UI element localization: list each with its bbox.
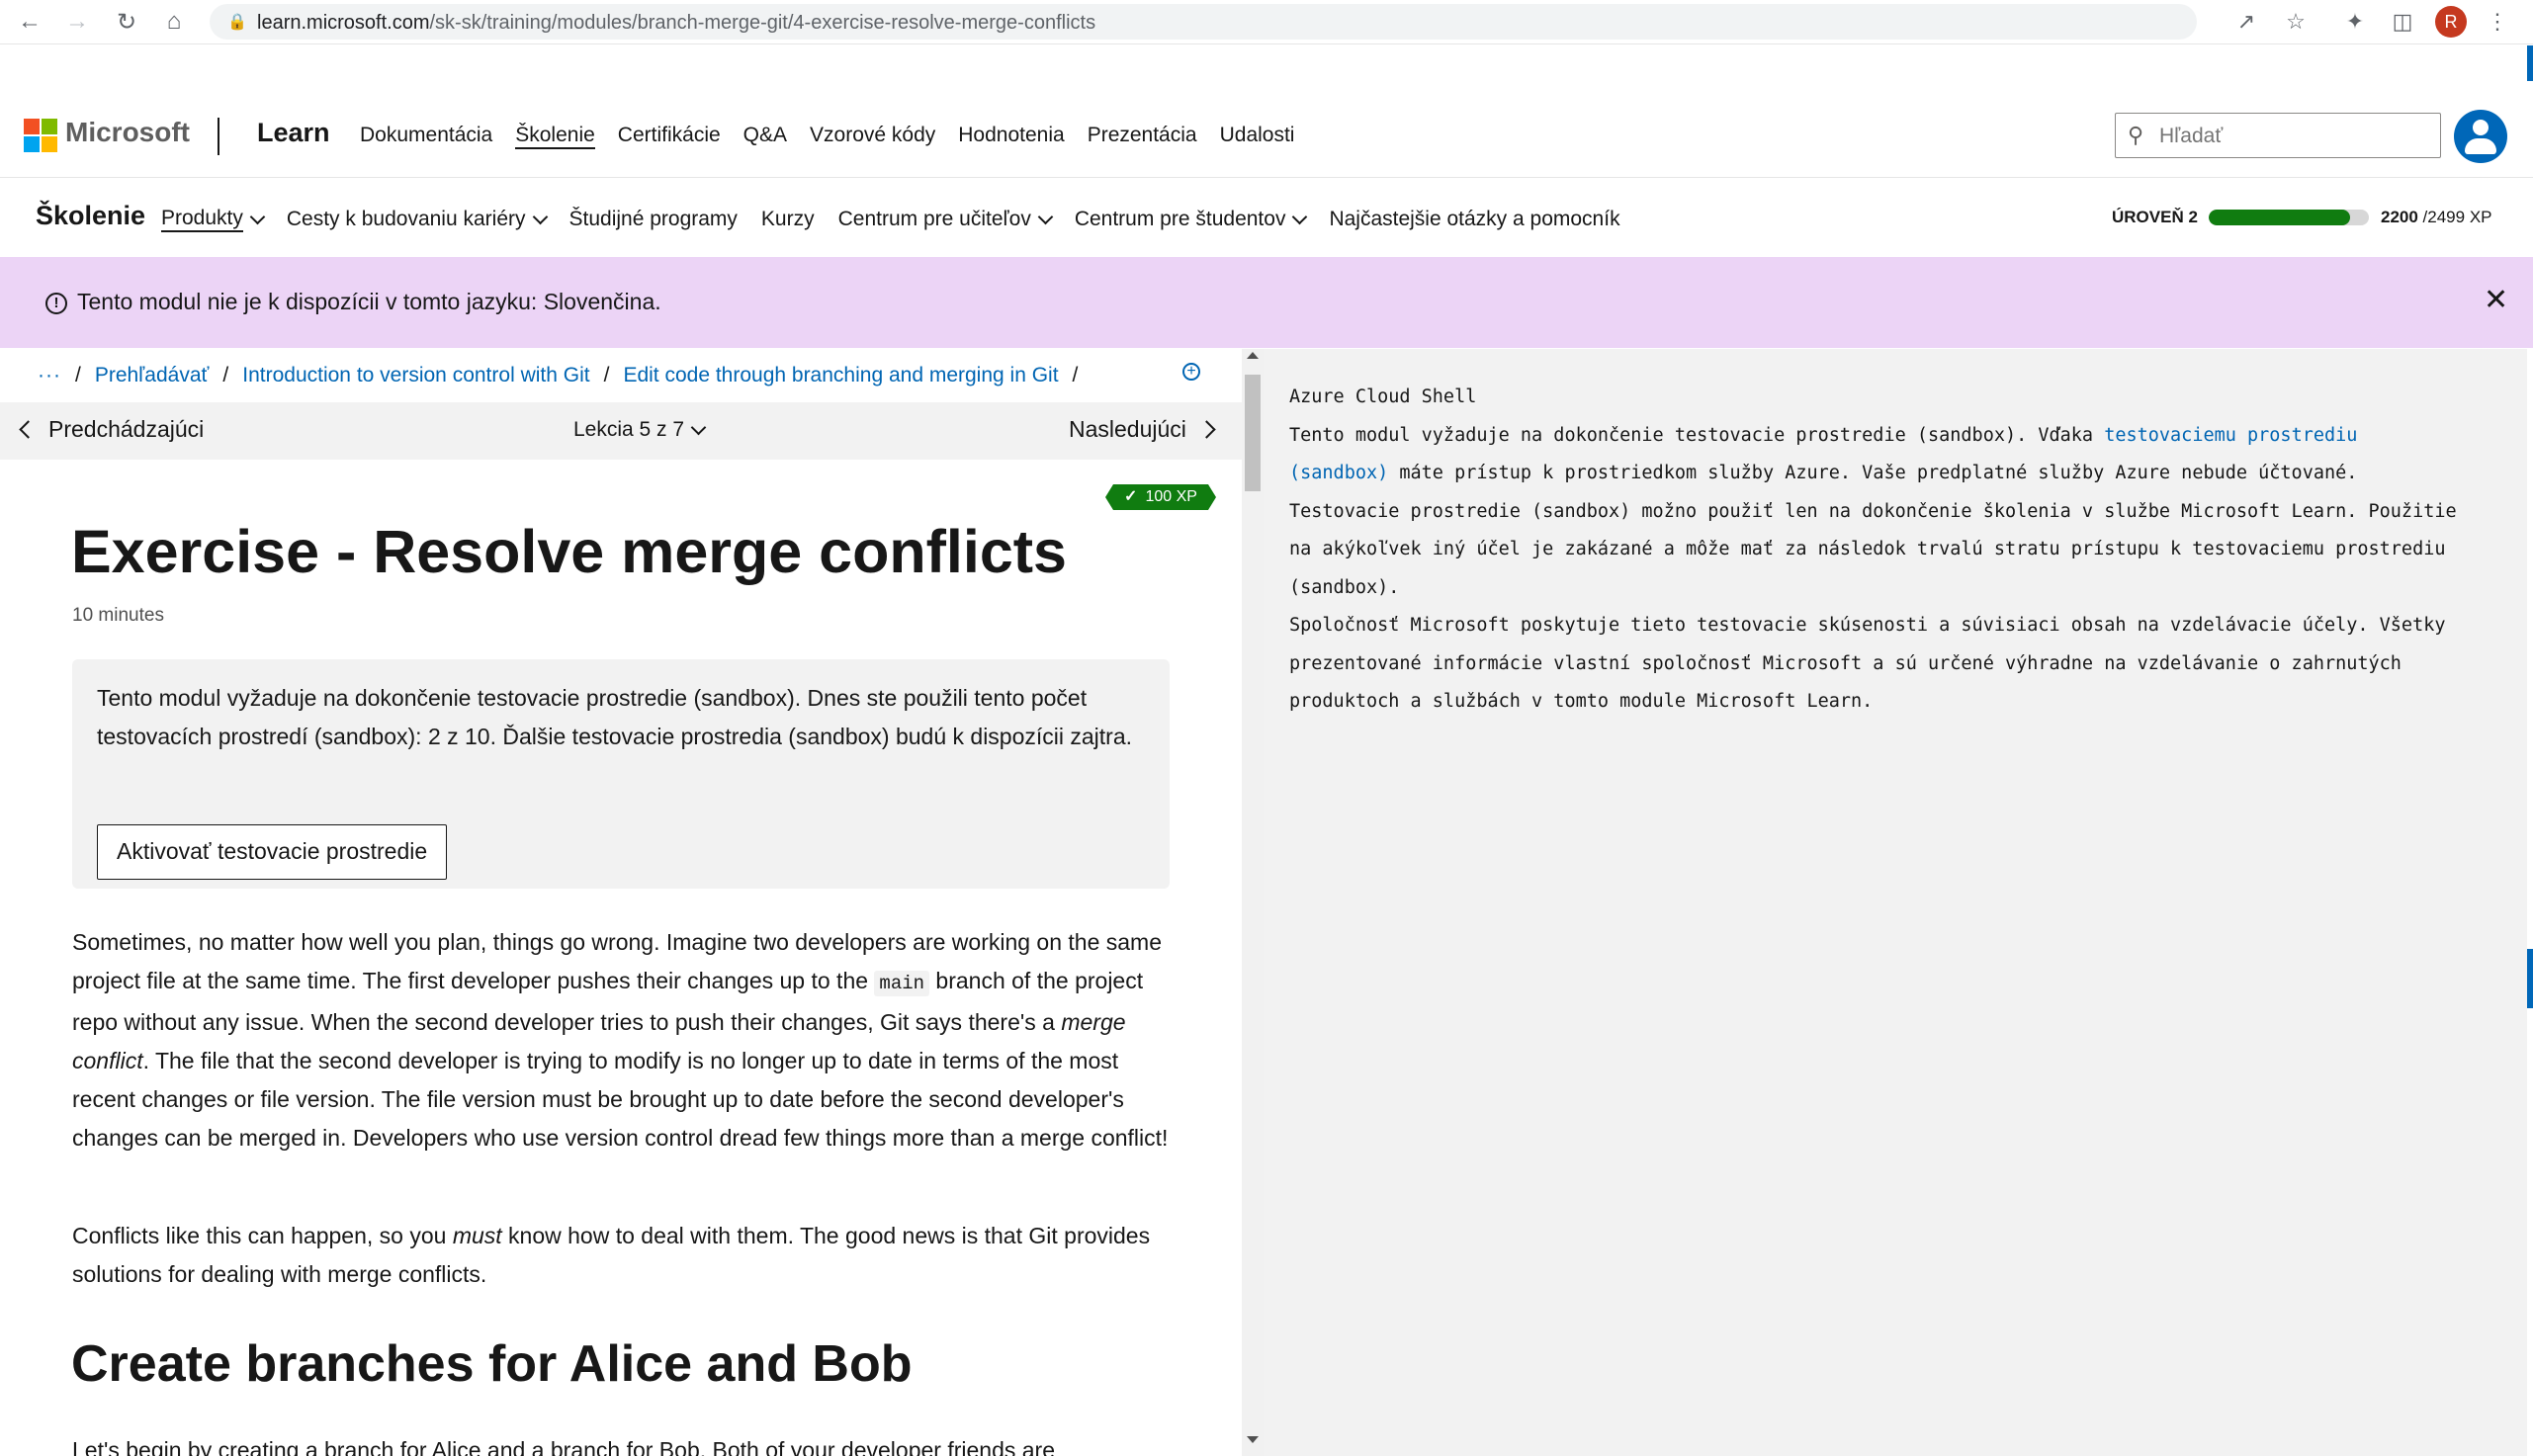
nav-dokumentacia[interactable]: Dokumentácia [360, 124, 492, 149]
banner-text: Tento modul nie je k dispozícii v tomto … [77, 289, 661, 314]
inline-code: main [874, 971, 930, 996]
scroll-up-icon [1247, 352, 1259, 359]
lock-icon: 🔒 [227, 14, 247, 31]
chevron-down-icon [249, 209, 266, 224]
home-icon[interactable]: ⌂ [158, 6, 190, 38]
breadcrumb-browse[interactable]: Prehľadávať [95, 364, 210, 386]
close-icon[interactable]: ✕ [2484, 283, 2508, 317]
article-pane: ··· / Prehľadávať / Introduction to version … [0, 349, 1242, 1456]
breadcrumb-module[interactable]: Edit code through branching and merging … [623, 364, 1058, 386]
window-edge-mark [2527, 949, 2533, 1008]
microsoft-logo-icon[interactable] [24, 119, 57, 152]
previous-button[interactable]: Predchádzajúci [19, 416, 204, 443]
sandbox-notice: Tento modul vyžaduje na dokončenie testo… [72, 659, 1170, 889]
back-icon[interactable]: ← [14, 6, 45, 38]
search-input[interactable] [2157, 122, 2428, 151]
scrollbar[interactable] [1242, 349, 1264, 1456]
tnav-kurzy[interactable]: Kurzy [761, 207, 815, 232]
sandbox-text: Tento modul vyžaduje na dokončenie testo… [97, 685, 1133, 749]
check-icon: ✓ [1124, 488, 1138, 505]
cloud-shell-pane: Azure Cloud Shell Tento modul vyžaduje n… [1264, 349, 2527, 1456]
chevron-right-icon [1197, 420, 1216, 439]
training-title[interactable]: Školenie [36, 201, 145, 231]
page-title: Exercise - Resolve merge conflicts [71, 518, 1067, 585]
section-heading: Create branches for Alice and Bob [71, 1335, 913, 1393]
breadcrumb: ··· / Prehľadávať / Introduction to version … [38, 364, 1079, 386]
add-icon[interactable]: + [1182, 363, 1200, 381]
search-icon: ⚲ [2128, 123, 2144, 147]
chevron-down-icon [690, 419, 707, 435]
header-divider [218, 118, 219, 155]
site-header: Microsoft Learn Dokumentácia Školenie Ce… [0, 96, 2533, 178]
tnav-centrum-ucitelov[interactable]: Centrum pre učiteľov [838, 207, 1054, 232]
search-box[interactable]: ⚲ [2115, 113, 2441, 158]
microsoft-wordmark[interactable]: Microsoft [65, 117, 190, 148]
cloud-shell-title: Azure Cloud Shell [1289, 386, 1477, 407]
nav-vzorove-kody[interactable]: Vzorové kódy [810, 124, 935, 149]
learn-home-link[interactable]: Learn [257, 118, 330, 148]
duration-text: 10 minutes [72, 605, 164, 626]
paragraph-branches: Let's begin by creating a branch for Ali… [72, 1437, 1055, 1456]
next-button[interactable]: Nasledujúci [1069, 416, 1216, 443]
address-bar[interactable]: 🔒 learn.microsoft.com/sk-sk/training/mod… [210, 4, 2197, 40]
top-navigation: Dokumentácia Školenie Certifikácie Q&A V… [360, 124, 1317, 149]
tnav-studijne-programy[interactable]: Študijné programy [569, 207, 738, 232]
browser-toolbar: ← → ↻ ⌂ 🔒 learn.microsoft.com/sk-sk/trai… [0, 0, 2533, 44]
info-icon: ! [45, 293, 67, 314]
user-avatar-icon[interactable] [2454, 110, 2507, 163]
nav-skolenie[interactable]: Školenie [515, 124, 595, 149]
cloud-shell-text: Azure Cloud Shell Tento modul vyžaduje n… [1289, 379, 2515, 722]
tnav-faq[interactable]: Najčastejšie otázky a pomocník [1329, 207, 1619, 232]
scroll-down-icon [1247, 1436, 1259, 1443]
xp-badge: ✓ 100 XP [1105, 484, 1216, 510]
scroll-thumb [1245, 375, 1261, 491]
xp-progress-bar [2209, 210, 2369, 225]
chevron-down-icon [1292, 209, 1308, 224]
tnav-cesty[interactable]: Cesty k budovaniu kariéry [287, 207, 548, 232]
url-text[interactable]: learn.microsoft.com/sk-sk/training/modul… [257, 12, 1095, 35]
paragraph-conflicts: Conflicts like this can happen, so you m… [72, 1223, 1151, 1287]
share-icon[interactable]: ↗ [2232, 8, 2260, 36]
lesson-selector[interactable]: Lekcia 5 z 7 [573, 418, 707, 442]
breadcrumb-path[interactable]: Introduction to version control with Git [242, 364, 589, 386]
language-banner: ! Tento modul nie je k dispozícii v tomt… [0, 257, 2533, 348]
training-navigation: Školenie Produkty Cesty k budovaniu kari… [0, 178, 2533, 256]
star-icon[interactable]: ☆ [2282, 8, 2310, 36]
sandbox-link-cont[interactable]: (sandbox) [1289, 463, 1388, 483]
lesson-navigation: Predchádzajúci Lekcia 5 z 7 Nasledujúci [0, 402, 1242, 460]
nav-hodnotenia[interactable]: Hodnotenia [958, 124, 1064, 149]
chevron-down-icon [1037, 209, 1054, 224]
sandbox-link[interactable]: testovaciemu prostrediu [2104, 425, 2357, 446]
reload-icon[interactable]: ↻ [111, 6, 142, 38]
xp-text: 2200 /2499 XP [2381, 208, 2492, 226]
nav-certifikacie[interactable]: Certifikácie [618, 124, 721, 149]
level-label: ÚROVEŇ 2 [2112, 208, 2198, 226]
nav-udalosti[interactable]: Udalosti [1220, 124, 1295, 149]
sidepanel-icon[interactable]: ◫ [2389, 8, 2416, 36]
window-edge-mark [2527, 45, 2533, 81]
profile-avatar[interactable]: R [2435, 6, 2467, 38]
chevron-down-icon [532, 209, 548, 224]
page-top-strip [0, 44, 2533, 96]
nav-qa[interactable]: Q&A [743, 124, 787, 149]
forward-icon[interactable]: → [61, 6, 93, 38]
paragraph-intro: Sometimes, no matter how well you plan, … [72, 929, 1169, 1151]
nav-prezentacia[interactable]: Prezentácia [1088, 124, 1197, 149]
activate-sandbox-button[interactable]: Aktivovať testovacie prostredie [97, 824, 448, 880]
tnav-centrum-studentov[interactable]: Centrum pre študentov [1075, 207, 1308, 232]
breadcrumb-more[interactable]: ··· [38, 364, 61, 386]
extensions-icon[interactable]: ✦ [2341, 8, 2369, 36]
chevron-left-icon [19, 420, 38, 439]
tnav-produkty[interactable]: Produkty [161, 207, 266, 232]
menu-icon[interactable]: ⋮ [2484, 8, 2511, 36]
